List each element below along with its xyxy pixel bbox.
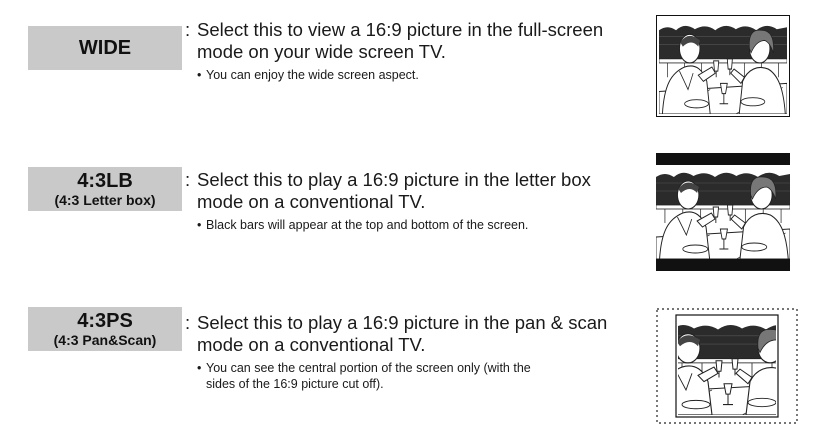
bullet-mark: • <box>197 361 202 375</box>
mode-label-main: 4:3LB <box>77 170 133 192</box>
bullet-text: Black bars will appear at the top and bo… <box>206 218 529 232</box>
bullet-text-line-2: sides of the 16:9 picture cut off). <box>206 377 384 391</box>
description-line-1: Select this to view a 16:9 picture in th… <box>197 19 604 40</box>
bullet-note: • You can see the central portion of the… <box>185 360 645 392</box>
bullet-note: • Black bars will appear at the top and … <box>185 217 645 233</box>
bullet-text: You can enjoy the wide screen aspect. <box>206 68 419 82</box>
mode-label-wide: WIDE <box>28 26 182 70</box>
mode-label-sub: (4:3 Pan&Scan) <box>53 332 157 348</box>
mode-description-panscan: : Select this to play a 16:9 picture in t… <box>185 312 645 392</box>
mode-label-sub: (4:3 Letter box) <box>54 192 156 208</box>
bullet-mark: • <box>197 68 202 82</box>
mode-description-wide: : Select this to view a 16:9 picture in t… <box>185 19 645 83</box>
description-line-2: mode on a conventional TV. <box>197 191 426 212</box>
description-line-2: mode on your wide screen TV. <box>197 41 446 62</box>
colon: : <box>185 169 191 190</box>
mode-label-letterbox: 4:3LB (4:3 Letter box) <box>28 167 182 211</box>
pan-scan-illustration <box>656 308 798 424</box>
colon: : <box>185 19 191 40</box>
mode-label-main: WIDE <box>78 37 132 59</box>
letter-box-illustration <box>656 153 790 271</box>
description-line-1: Select this to play a 16:9 picture in th… <box>197 312 608 333</box>
bullet-text-line-1: You can see the central portion of the s… <box>206 361 531 375</box>
mode-label-main: 4:3PS <box>77 310 133 332</box>
wide-screen-illustration <box>656 15 790 117</box>
mode-description-letterbox: : Select this to play a 16:9 picture in t… <box>185 169 645 233</box>
bullet-mark: • <box>197 218 202 232</box>
description-line-2: mode on a conventional TV. <box>197 334 426 355</box>
colon: : <box>185 312 191 333</box>
description-line-1: Select this to play a 16:9 picture in th… <box>197 169 591 190</box>
mode-label-panscan: 4:3PS (4:3 Pan&Scan) <box>28 307 182 351</box>
bullet-note: • You can enjoy the wide screen aspect. <box>185 67 645 83</box>
